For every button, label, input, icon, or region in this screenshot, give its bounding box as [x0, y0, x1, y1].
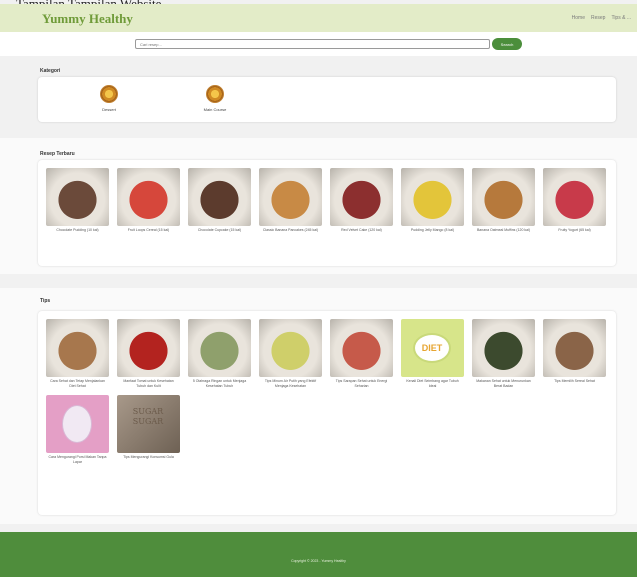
- tips-card[interactable]: Tips Minum Air Putih yang Efektif Menjag…: [259, 319, 322, 389]
- resep-grid: Chocolate Pudding (10 kal) Fruit Loops Ce…: [46, 168, 616, 233]
- resep-thumbnail: [543, 168, 606, 226]
- resep-thumbnail: [401, 168, 464, 226]
- resep-card[interactable]: Pudding Jelly Mango (8 kal): [401, 168, 464, 233]
- brand-logo[interactable]: Yummy Healthy: [42, 11, 133, 27]
- resep-card[interactable]: Chocolate Cupcake (15 kal): [188, 168, 251, 233]
- tips-card[interactable]: 5 Olahraga Ringan untuk Menjaga Kesehata…: [188, 319, 251, 389]
- tips-card[interactable]: Tips Sarapan Sehat untuk Energi Seharian: [330, 319, 393, 389]
- tips-thumbnail: [472, 319, 535, 377]
- sugar-text-icon: SUGAR SUGAR: [132, 407, 164, 426]
- tips-label: Cara Mengurangi Porsi Makan Tanpa Lapar: [48, 455, 107, 464]
- resep-thumbnail: [259, 168, 322, 226]
- tips-title: Tips: [40, 298, 51, 304]
- tips-label: Tips Mengurangi Konsumsi Gula: [123, 455, 174, 459]
- tips-label: Kenali Diet Seimbang agar Tubuh Ideal: [406, 379, 459, 388]
- tips-thumbnail: SUGAR SUGAR: [117, 395, 180, 453]
- resep-thumbnail: [330, 168, 393, 226]
- search-button[interactable]: Search: [492, 38, 522, 50]
- diet-plate-icon: DIET: [413, 333, 451, 363]
- resep-label: Fruit Loops Cereal (15 kal): [127, 228, 170, 232]
- tips-card[interactable]: Makanan Sehat untuk Menurunkan Berat Bad…: [472, 319, 535, 389]
- tips-card: Cara Sehat dan Tetap Menjalankan Diet Se…: [38, 311, 616, 515]
- resep-card: Chocolate Pudding (10 kal) Fruit Loops Ce…: [38, 160, 616, 266]
- resep-label: Banana Oatmeal Muffins (120 kal): [476, 228, 531, 232]
- footer: Copyright © 2023 - Yummy Healthy: [0, 532, 637, 577]
- tips-card[interactable]: Cara Sehat dan Tetap Menjalankan Diet Se…: [46, 319, 109, 389]
- nav-menu: Home Resep Tips & ...: [572, 15, 631, 21]
- tips-label: Tips Sarapan Sehat untuk Energi Seharian: [335, 379, 388, 388]
- tips-thumbnail: [259, 319, 322, 377]
- kategori-item-dessert[interactable]: Dessert: [79, 85, 139, 112]
- resep-thumbnail: [188, 168, 251, 226]
- nav-resep[interactable]: Resep: [591, 15, 605, 21]
- resep-card[interactable]: Fruity Yogurt (65 kal): [543, 168, 606, 233]
- resep-label: Classic Banana Pancakes (245 kal): [262, 228, 319, 232]
- resep-card[interactable]: Chocolate Pudding (10 kal): [46, 168, 109, 233]
- plate-icon: [62, 405, 92, 443]
- tips-thumbnail: DIET: [401, 319, 464, 377]
- tips-card[interactable]: Manfaat Tomat untuk Kesehatan Tubuh dan …: [117, 319, 180, 389]
- resep-label: Red Velvet Cake (120 kal): [341, 228, 382, 232]
- footer-copyright: Copyright © 2023 - Yummy Healthy: [291, 559, 346, 563]
- resep-title: Resep Terbaru: [40, 151, 75, 157]
- tips-thumbnail: [330, 319, 393, 377]
- tips-thumbnail: [543, 319, 606, 377]
- resep-thumbnail: [472, 168, 535, 226]
- resep-card[interactable]: Red Velvet Cake (120 kal): [330, 168, 393, 233]
- nav-home[interactable]: Home: [572, 15, 585, 21]
- resep-label: Fruity Yogurt (65 kal): [558, 228, 591, 232]
- tips-card[interactable]: DIET Kenali Diet Seimbang agar Tubuh Idea…: [401, 319, 464, 389]
- tips-label: Cara Sehat dan Tetap Menjalankan Diet Se…: [50, 379, 105, 388]
- tips-label: Makanan Sehat untuk Menurunkan Berat Bad…: [476, 379, 531, 388]
- kategori-label: Main Course: [203, 107, 227, 112]
- kategori-item-main-course[interactable]: Main Course: [185, 85, 245, 112]
- tips-label: Tips Memilih Sereal Sehat: [554, 379, 595, 383]
- tips-label: Manfaat Tomat untuk Kesehatan Tubuh dan …: [123, 379, 174, 388]
- resep-card[interactable]: Banana Oatmeal Muffins (120 kal): [472, 168, 535, 233]
- tips-thumbnail: [46, 395, 109, 453]
- tips-thumbnail: [188, 319, 251, 377]
- food-icon: [206, 85, 224, 103]
- top-navbar: Yummy Healthy Home Resep Tips & ...: [0, 4, 637, 32]
- resep-card[interactable]: Classic Banana Pancakes (245 kal): [259, 168, 322, 233]
- tips-label: Tips Minum Air Putih yang Efektif Menjag…: [264, 379, 317, 388]
- tips-grid: Cara Sehat dan Tetap Menjalankan Diet Se…: [46, 319, 616, 465]
- kategori-card: Dessert Main Course: [38, 77, 616, 122]
- resep-label: Pudding Jelly Mango (8 kal): [410, 228, 455, 232]
- food-icon: [100, 85, 118, 103]
- resep-label: Chocolate Pudding (10 kal): [56, 228, 99, 232]
- resep-card[interactable]: Fruit Loops Cereal (15 kal): [117, 168, 180, 233]
- kategori-title: Kategori: [40, 68, 61, 74]
- search-bar: Search: [0, 32, 637, 56]
- kategori-label: Dessert: [102, 107, 116, 112]
- search-input[interactable]: [135, 39, 490, 49]
- nav-tips[interactable]: Tips & ...: [611, 15, 631, 21]
- tips-label: 5 Olahraga Ringan untuk Menjaga Kesehata…: [192, 379, 247, 388]
- tips-card[interactable]: Cara Mengurangi Porsi Makan Tanpa Lapar: [46, 395, 109, 465]
- tips-thumbnail: [117, 319, 180, 377]
- resep-thumbnail: [46, 168, 109, 226]
- resep-thumbnail: [117, 168, 180, 226]
- resep-label: Chocolate Cupcake (15 kal): [197, 228, 242, 232]
- tips-card[interactable]: Tips Memilih Sereal Sehat: [543, 319, 606, 389]
- tips-thumbnail: [46, 319, 109, 377]
- tips-card[interactable]: SUGAR SUGAR Tips Mengurangi Konsumsi Gula: [117, 395, 180, 465]
